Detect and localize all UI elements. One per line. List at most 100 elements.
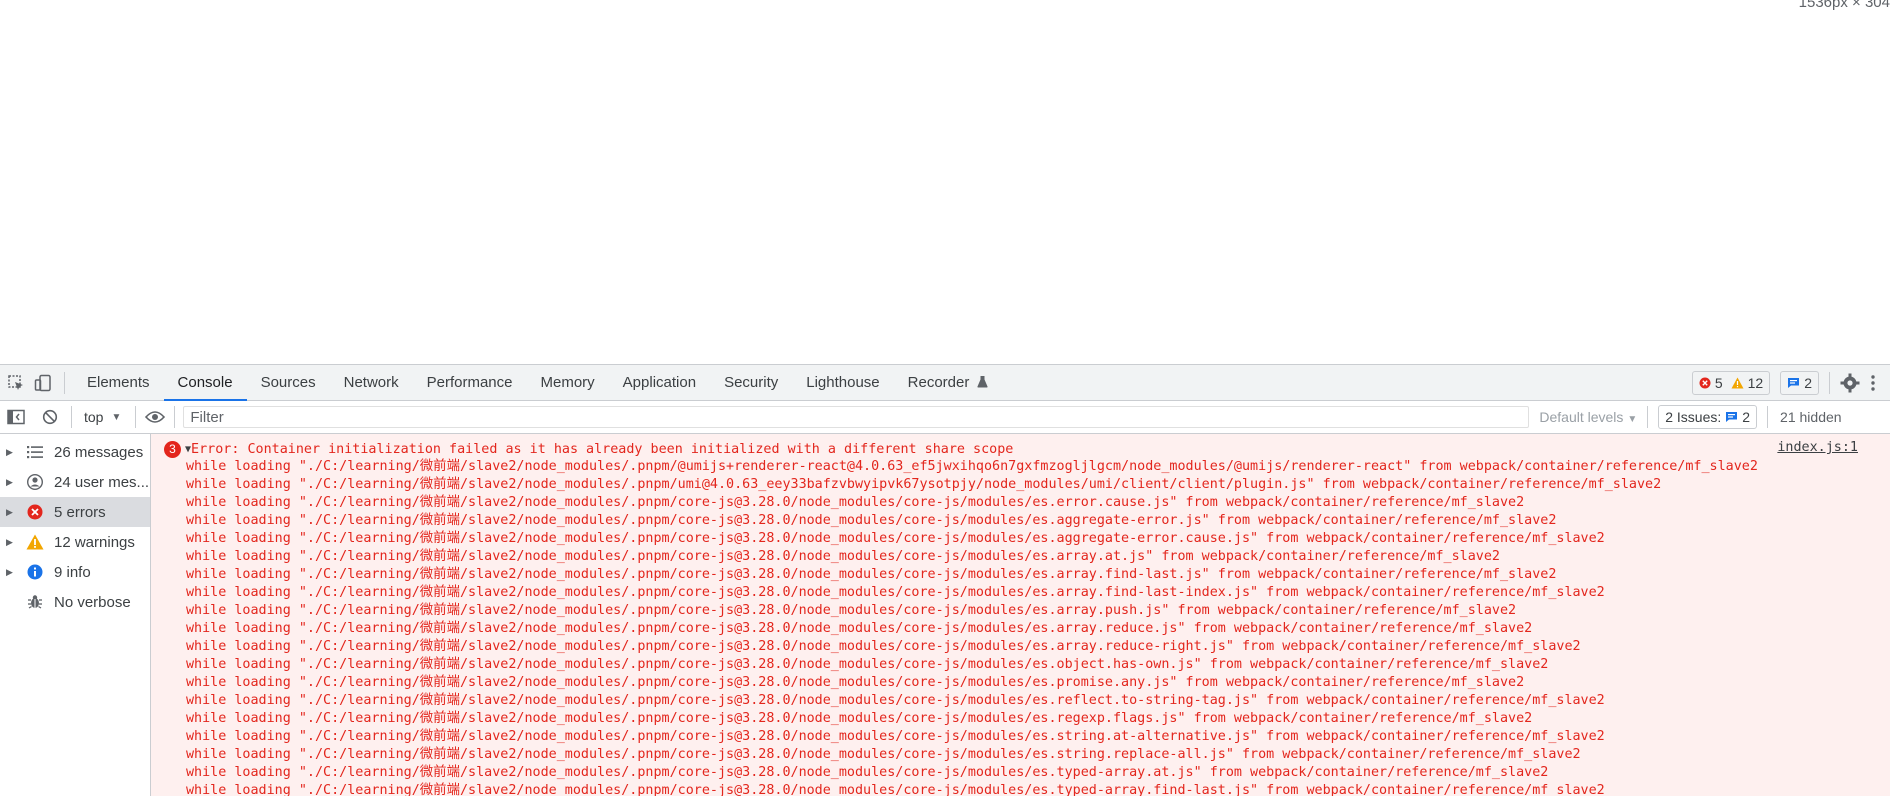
- sidebar-item-label: 12 warnings: [54, 533, 135, 551]
- sidebar-item-verbose[interactable]: No verbose: [0, 587, 150, 617]
- console-sidebar: ▶ 26 messages ▶ 24 user mes... ▶ 5 error…: [0, 434, 151, 796]
- context-selector[interactable]: top ▼: [84, 409, 121, 425]
- toolbar-divider: [71, 406, 72, 428]
- tab-application[interactable]: Application: [609, 365, 710, 400]
- stack-line: while loading "./C:/learning/微前端/slave2/…: [186, 549, 1500, 564]
- sidebar-item-label: 26 messages: [54, 443, 144, 461]
- sidebar-item-errors[interactable]: ▶ 5 errors: [0, 497, 150, 527]
- stack-line: while loading "./C:/learning/微前端/slave2/…: [186, 495, 1525, 510]
- expand-arrow-icon: ▶: [6, 566, 13, 577]
- tab-recorder-label: Recorder: [907, 374, 970, 391]
- sidebar-item-user-messages[interactable]: ▶ 24 user mes...: [0, 467, 150, 497]
- user-icon: [25, 472, 45, 492]
- stack-line: while loading "./C:/learning/微前端/slave2/…: [186, 675, 1525, 690]
- stack-line: while loading "./C:/learning/微前端/slave2/…: [186, 567, 1557, 582]
- stack-line: while loading "./C:/learning/微前端/slave2/…: [186, 603, 1517, 618]
- tab-memory[interactable]: Memory: [527, 365, 609, 400]
- error-icon: [1699, 377, 1711, 388]
- issues-count: 2: [1804, 374, 1812, 391]
- issues-button[interactable]: 2 Issues: 2: [1658, 405, 1758, 429]
- toolbar-divider: [135, 406, 137, 428]
- info-icon: [25, 562, 45, 582]
- tabbar-right-controls: 5 12 2: [1691, 370, 1890, 395]
- toolbar-divider: [64, 371, 65, 394]
- expand-arrow-icon: ▶: [6, 536, 13, 547]
- flask-icon: [976, 376, 988, 388]
- list-icon: [25, 442, 45, 462]
- tab-elements[interactable]: Elements: [73, 365, 164, 400]
- error-icon: [25, 502, 45, 522]
- log-levels-label: Default levels: [1539, 409, 1624, 425]
- inspect-element-icon[interactable]: [5, 372, 27, 394]
- toolbar-divider: [1647, 406, 1649, 428]
- chevron-down-icon: ▼: [111, 411, 122, 423]
- tab-recorder[interactable]: Recorder: [894, 365, 1002, 400]
- issues-counter[interactable]: 2: [1780, 370, 1819, 395]
- sidebar-item-messages[interactable]: ▶ 26 messages: [0, 437, 150, 467]
- issues-button-count: 2: [1742, 409, 1751, 425]
- chevron-down-icon: ▼: [1627, 414, 1638, 425]
- console-body: ▶ 26 messages ▶ 24 user mes... ▶ 5 error…: [0, 434, 1890, 796]
- sidebar-toggle-icon[interactable]: [5, 406, 27, 428]
- expand-arrow-icon: ▶: [6, 476, 13, 487]
- stack-line: while loading "./C:/learning/微前端/slave2/…: [186, 747, 1581, 762]
- expand-arrow-icon: ▶: [6, 446, 13, 457]
- gear-icon[interactable]: [1840, 373, 1860, 393]
- page-viewport: 1536px × 304: [0, 0, 1890, 364]
- warning-icon: [25, 532, 45, 552]
- stack-line: while loading "./C:/learning/微前端/slave2/…: [186, 621, 1533, 636]
- tab-network[interactable]: Network: [330, 365, 413, 400]
- stack-line: while loading "./C:/learning/微前端/slave2/…: [186, 657, 1549, 672]
- filter-input[interactable]: Filter: [183, 406, 1530, 428]
- stack-line: while loading "./C:/learning/微前端/slave2/…: [186, 477, 1662, 492]
- tab-performance[interactable]: Performance: [413, 365, 527, 400]
- message-icon: [1788, 377, 1800, 388]
- context-value: top: [84, 409, 104, 425]
- stack-line: while loading "./C:/learning/微前端/slave2/…: [186, 711, 1533, 726]
- source-link[interactable]: index.js:1: [1777, 440, 1858, 455]
- sidebar-item-label: 5 errors: [54, 503, 106, 521]
- sidebar-item-label: No verbose: [54, 593, 131, 611]
- error-count: 5: [1714, 374, 1723, 391]
- sidebar-item-warnings[interactable]: ▶ 12 warnings: [0, 527, 150, 557]
- tab-console[interactable]: Console: [163, 365, 247, 401]
- tab-lighthouse[interactable]: Lighthouse: [792, 365, 893, 400]
- error-warning-counter[interactable]: 5 12: [1691, 370, 1771, 395]
- repeat-count-badge: 3: [164, 440, 181, 458]
- warning-count: 12: [1747, 374, 1764, 391]
- more-options-icon[interactable]: [1870, 374, 1876, 392]
- error-message-text: Error: Container initialization failed a…: [191, 441, 1014, 457]
- stack-line: while loading "./C:/learning/微前端/slave2/…: [186, 459, 1758, 474]
- devtools-panel: Elements Console Sources Network Perform…: [0, 364, 1890, 796]
- clear-console-icon[interactable]: [39, 406, 61, 428]
- log-levels-dropdown[interactable]: Default levels ▼: [1539, 409, 1637, 425]
- devtools-tabbar: Elements Console Sources Network Perform…: [0, 365, 1890, 401]
- sidebar-item-label: 24 user mes...: [54, 473, 150, 491]
- console-filterbar: top ▼ Filter Default levels ▼ 2 Issues: …: [0, 401, 1890, 434]
- toolbar-divider: [1767, 406, 1769, 428]
- eye-icon[interactable]: [144, 406, 166, 428]
- stack-line: while loading "./C:/learning/微前端/slave2/…: [186, 531, 1605, 546]
- filter-placeholder: Filter: [190, 408, 224, 426]
- stack-line: while loading "./C:/learning/微前端/slave2/…: [186, 639, 1581, 654]
- stack-line: while loading "./C:/learning/微前端/slave2/…: [186, 585, 1605, 600]
- viewport-dimensions: 1536px × 304: [1798, 0, 1890, 11]
- stack-line: while loading "./C:/learning/微前端/slave2/…: [186, 513, 1557, 528]
- expand-arrow-icon: ▶: [6, 506, 13, 517]
- stack-line: while loading "./C:/learning/微前端/slave2/…: [186, 729, 1605, 744]
- tab-sources[interactable]: Sources: [247, 365, 330, 400]
- sidebar-item-label: 9 info: [54, 563, 91, 581]
- sidebar-item-info[interactable]: ▶ 9 info: [0, 557, 150, 587]
- toolbar-divider: [1829, 371, 1830, 394]
- stack-line: while loading "./C:/learning/微前端/slave2/…: [186, 765, 1549, 780]
- device-toolbar-icon[interactable]: [32, 372, 54, 394]
- hidden-count: 21 hidden: [1780, 409, 1842, 425]
- message-icon: [1726, 412, 1738, 422]
- error-message-header[interactable]: 3 ▼ Error: Container initialization fail…: [151, 440, 1890, 458]
- console-output: 3 ▼ Error: Container initialization fail…: [151, 434, 1890, 796]
- issues-label: 2 Issues:: [1665, 409, 1722, 425]
- bug-icon: [25, 592, 45, 612]
- tab-security[interactable]: Security: [710, 365, 792, 400]
- stack-line: while loading "./C:/learning/微前端/slave2/…: [186, 693, 1605, 708]
- warning-icon: [1731, 377, 1744, 388]
